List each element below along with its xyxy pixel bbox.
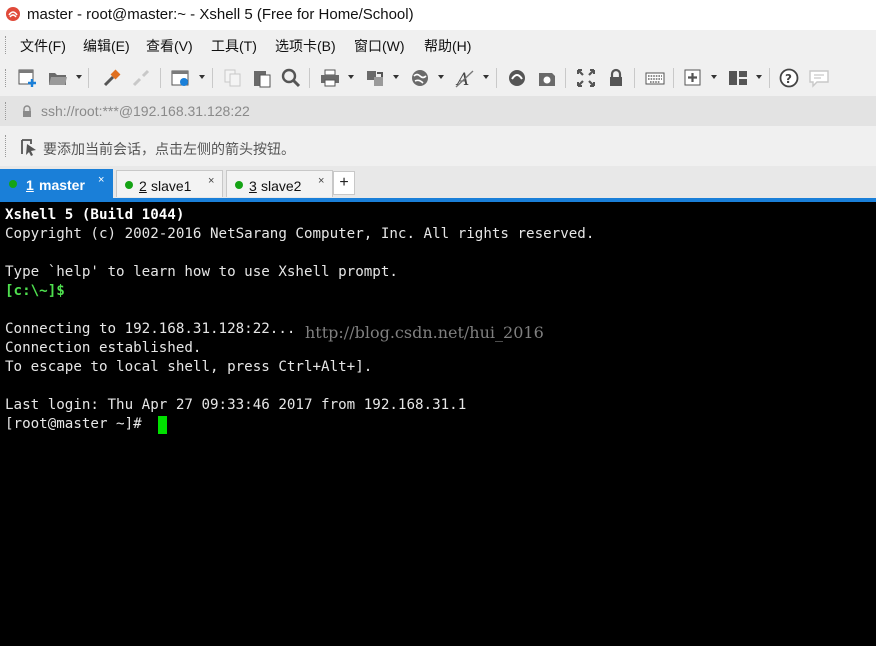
svg-text:?: ?	[785, 72, 792, 86]
tab-number: 1	[26, 177, 34, 193]
lock-icon[interactable]	[605, 67, 627, 89]
fullscreen-icon[interactable]	[575, 67, 597, 89]
hint-grip[interactable]	[5, 135, 9, 157]
session-address[interactable]: ssh://root:***@192.168.31.128:22	[41, 103, 250, 119]
tab-close-icon[interactable]: ×	[98, 174, 104, 186]
status-dot-icon	[9, 180, 17, 188]
window-title: master - root@master:~ - Xshell 5 (Free …	[27, 6, 414, 23]
new-session-icon[interactable]	[17, 67, 39, 89]
toolbar: A ?	[0, 60, 876, 96]
terminal-line: Connection established.	[5, 340, 202, 356]
terminal-cursor	[158, 416, 167, 434]
tab-number: 2	[139, 178, 147, 194]
globe-dropdown-icon[interactable]	[438, 75, 444, 79]
add-tab-button[interactable]: +	[333, 171, 355, 195]
address-bar: ssh://root:***@192.168.31.128:22	[0, 96, 876, 126]
menu-window[interactable]: 窗口(W)	[354, 36, 405, 56]
chat-icon[interactable]	[808, 67, 830, 89]
properties-dropdown-icon[interactable]	[199, 75, 205, 79]
tab-close-icon[interactable]: ×	[208, 175, 214, 187]
terminal-line: To escape to local shell, press Ctrl+Alt…	[5, 359, 373, 375]
tab-bar: 1 master × 2 slave1 × 3 slave2 × +	[0, 166, 876, 198]
address-grip[interactable]	[5, 102, 9, 120]
font-dropdown-icon[interactable]	[483, 75, 489, 79]
add-session-arrow-icon[interactable]	[20, 138, 38, 156]
copy-icon[interactable]	[222, 67, 244, 89]
toolbar-grip[interactable]	[5, 69, 9, 87]
menu-bar: 文件(F) 编辑(E) 查看(V) 工具(T) 选项卡(B) 窗口(W) 帮助(…	[0, 30, 876, 60]
terminal-line: Connecting to 192.168.31.128:22...	[5, 321, 296, 337]
layout-dropdown-icon[interactable]	[756, 75, 762, 79]
tab-label: slave1	[151, 178, 192, 194]
xshell-logo-icon	[6, 7, 20, 21]
tab-slave2[interactable]: 3 slave2 ×	[226, 170, 333, 197]
menu-tools[interactable]: 工具(T)	[211, 36, 257, 56]
tab-master[interactable]: 1 master ×	[0, 169, 113, 198]
tab-number: 3	[249, 178, 257, 194]
toolbar-separator	[309, 68, 310, 88]
tab-label: slave2	[261, 178, 302, 194]
toolbar-separator	[160, 68, 161, 88]
title-bar: master - root@master:~ - Xshell 5 (Free …	[0, 0, 876, 30]
menu-edit[interactable]: 编辑(E)	[83, 36, 130, 56]
paste-icon[interactable]	[251, 67, 273, 89]
watermark-text: http://blog.csdn.net/hui_2016	[305, 323, 544, 342]
new-tab-icon[interactable]	[682, 67, 704, 89]
open-folder-icon[interactable]	[47, 67, 69, 89]
xftp-icon[interactable]	[506, 67, 528, 89]
disconnect-icon[interactable]	[130, 67, 152, 89]
print-dropdown-icon[interactable]	[348, 75, 354, 79]
toolbar-separator	[496, 68, 497, 88]
new-tab-dropdown-icon[interactable]	[711, 75, 717, 79]
tab-slave1[interactable]: 2 slave1 ×	[116, 170, 223, 197]
toolbar-separator	[212, 68, 213, 88]
menu-grip[interactable]	[5, 36, 9, 54]
help-icon[interactable]: ?	[778, 67, 800, 89]
status-dot-icon	[235, 181, 243, 189]
shell-prompt: [root@master ~]#	[5, 416, 151, 432]
session-hint-bar: 要添加当前会话，点击左侧的箭头按钮。	[0, 126, 876, 166]
toolbar-separator	[673, 68, 674, 88]
terminal-line: Copyright (c) 2002-2016 NetSarang Comput…	[5, 226, 595, 242]
layout-icon[interactable]	[727, 67, 749, 89]
print-icon[interactable]	[319, 67, 341, 89]
terminal-line: Xshell 5 (Build 1044)	[5, 207, 185, 223]
toolbar-separator	[769, 68, 770, 88]
keyboard-icon[interactable]	[644, 67, 666, 89]
lock-small-icon	[23, 105, 31, 117]
toolbar-separator	[88, 68, 89, 88]
hint-text: 要添加当前会话，点击左侧的箭头按钮。	[43, 141, 295, 157]
globe-icon[interactable]	[409, 67, 431, 89]
transfer-dropdown-icon[interactable]	[393, 75, 399, 79]
local-prompt: [c:\~]$	[5, 283, 65, 299]
transfer-icon[interactable]	[364, 67, 386, 89]
toolbar-separator	[565, 68, 566, 88]
menu-tabs[interactable]: 选项卡(B)	[275, 36, 336, 56]
font-icon[interactable]: A	[454, 67, 476, 89]
properties-icon[interactable]	[170, 67, 192, 89]
xmanager-icon[interactable]	[536, 67, 558, 89]
status-dot-icon	[125, 181, 133, 189]
find-icon[interactable]	[280, 67, 302, 89]
menu-help[interactable]: 帮助(H)	[424, 36, 471, 56]
open-dropdown-icon[interactable]	[76, 75, 82, 79]
menu-view[interactable]: 查看(V)	[146, 36, 193, 56]
terminal-line: Type `help' to learn how to use Xshell p…	[5, 264, 398, 280]
menu-file[interactable]: 文件(F)	[20, 36, 66, 56]
tab-label: master	[39, 177, 85, 193]
toolbar-separator	[634, 68, 635, 88]
connect-icon[interactable]	[101, 67, 123, 89]
tab-close-icon[interactable]: ×	[318, 175, 324, 187]
terminal-line: Last login: Thu Apr 27 09:33:46 2017 fro…	[5, 397, 467, 413]
